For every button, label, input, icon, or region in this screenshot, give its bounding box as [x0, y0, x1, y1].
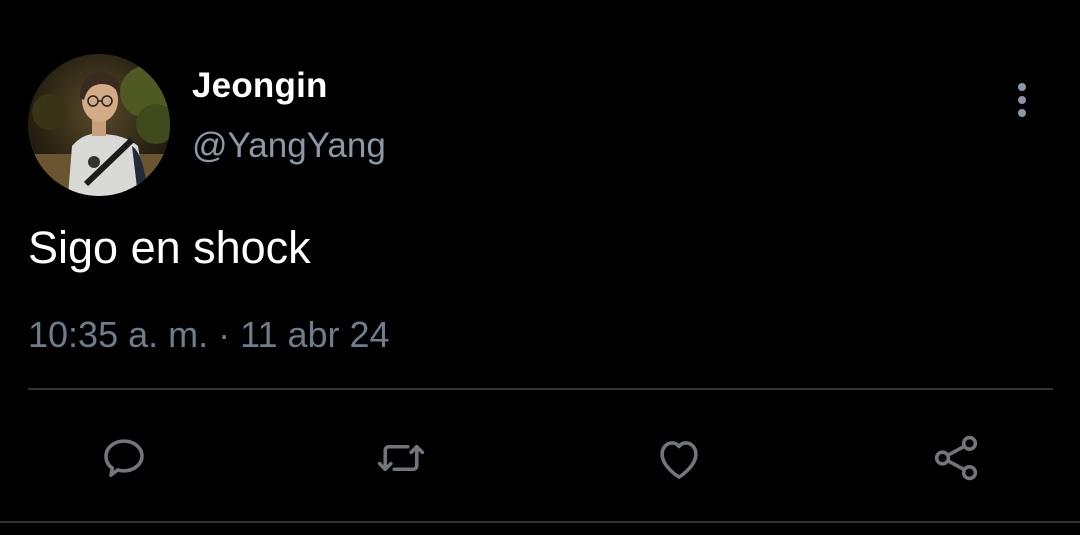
tweet-text: Sigo en shock: [28, 222, 311, 273]
user-handle[interactable]: @YangYang: [192, 126, 386, 166]
share-nodes-icon: [934, 435, 978, 481]
reply-button[interactable]: [94, 428, 154, 488]
tweet-detail: Jeongin @YangYang Sigo en shock 10:35 a.…: [0, 0, 1080, 535]
retweet-button[interactable]: [371, 428, 431, 488]
divider: [28, 388, 1053, 390]
tweet-time: 10:35 a. m.: [28, 314, 209, 355]
meta-separator: ·: [218, 314, 231, 355]
tweet-timestamp[interactable]: 10:35 a. m. · 11 abr 24: [28, 314, 390, 356]
tweet-date: 11 abr 24: [240, 314, 390, 355]
like-button[interactable]: [649, 428, 709, 488]
avatar[interactable]: [28, 54, 170, 196]
share-button[interactable]: [926, 428, 986, 488]
speech-bubble-icon: [104, 439, 144, 477]
heart-icon: [660, 441, 698, 479]
avatar-photo: [28, 54, 170, 196]
display-name[interactable]: Jeongin: [192, 66, 328, 106]
more-options-button[interactable]: [1002, 78, 1042, 122]
bottom-divider: [0, 521, 1080, 523]
vertical-ellipsis-icon: [1018, 83, 1026, 117]
retweet-arrows-icon: [377, 444, 425, 472]
